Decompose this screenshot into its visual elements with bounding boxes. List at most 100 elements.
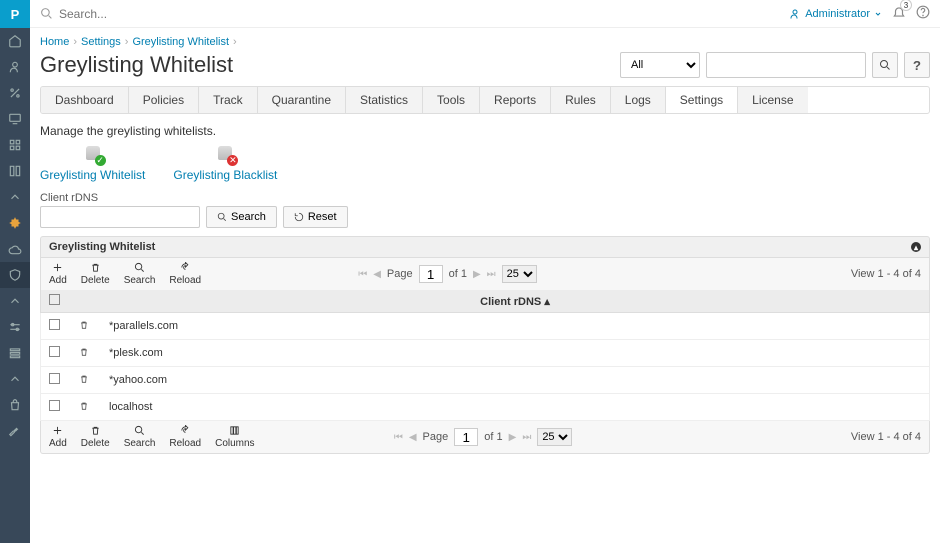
breadcrumb: Home › Settings › Greylisting Whitelist … <box>40 36 930 48</box>
whitelist-link[interactable]: ✓ Greylisting Whitelist <box>40 146 145 182</box>
header-filter-select[interactable]: All <box>620 52 700 78</box>
row-checkbox[interactable] <box>49 319 60 330</box>
breadcrumb-settings[interactable]: Settings <box>81 36 121 48</box>
pager-size-select-bottom[interactable]: 25 <box>537 428 572 446</box>
pager-next-icon[interactable]: ▶ <box>509 432 517 443</box>
notifications-button[interactable]: 3 <box>892 5 906 22</box>
row-delete-button[interactable] <box>79 401 109 414</box>
trash-icon <box>79 401 89 411</box>
row-delete-button[interactable] <box>79 320 109 333</box>
row-delete-button[interactable] <box>79 347 109 360</box>
tab-track[interactable]: Track <box>199 87 258 113</box>
user-icon <box>789 8 801 20</box>
header-help-button[interactable]: ? <box>904 52 930 78</box>
tab-tools[interactable]: Tools <box>423 87 480 113</box>
pager-prev-icon[interactable]: ◀ <box>409 432 417 443</box>
tab-rules[interactable]: Rules <box>551 87 611 113</box>
row-checkbox[interactable] <box>49 400 60 411</box>
row-delete-button[interactable] <box>79 374 109 387</box>
tab-statistics[interactable]: Statistics <box>346 87 423 113</box>
nav-book-icon[interactable] <box>0 158 30 184</box>
toolbar-bottom: Add Delete Search Reload Columns ⏮ ◀ Pag… <box>40 421 930 454</box>
nav-chevron-up-icon-3[interactable] <box>0 366 30 392</box>
pager-prev-icon[interactable]: ◀ <box>373 269 381 280</box>
nav-shield-icon[interactable] <box>0 262 30 288</box>
tab-settings[interactable]: Settings <box>666 87 738 113</box>
columns-button[interactable]: Columns <box>215 425 254 449</box>
table-row[interactable]: *yahoo.com <box>40 367 930 394</box>
panel-header: Greylisting Whitelist ▴ <box>40 236 930 258</box>
app-logo[interactable]: P <box>0 0 30 28</box>
toolbar-search-button-bottom[interactable]: Search <box>124 425 156 449</box>
tab-license[interactable]: License <box>738 87 807 113</box>
delete-button-bottom[interactable]: Delete <box>81 425 110 449</box>
nav-chevron-up-icon[interactable] <box>0 184 30 210</box>
client-rdns-input[interactable] <box>40 206 200 228</box>
table-row[interactable]: *parallels.com <box>40 313 930 340</box>
sidebar: P <box>0 0 30 543</box>
nav-list-icon[interactable] <box>0 340 30 366</box>
tab-reports[interactable]: Reports <box>480 87 551 113</box>
tab-quarantine[interactable]: Quarantine <box>258 87 346 113</box>
pager-last-icon[interactable]: ⏭ <box>487 269 496 280</box>
filter-reset-button[interactable]: Reset <box>283 206 348 228</box>
database-x-icon: ✕ <box>215 146 235 164</box>
tab-logs[interactable]: Logs <box>611 87 666 113</box>
nav-chevron-up-icon-2[interactable] <box>0 288 30 314</box>
filter-label: Client rDNS <box>40 192 930 204</box>
reload-button-bottom[interactable]: Reload <box>169 425 201 449</box>
pager-page-input-bottom[interactable] <box>454 428 478 446</box>
select-all-checkbox[interactable] <box>49 294 60 305</box>
nav-bag-icon[interactable] <box>0 392 30 418</box>
nav-extension-icon[interactable] <box>0 210 30 236</box>
pager-next-icon[interactable]: ▶ <box>473 269 481 280</box>
nav-cloud-icon[interactable] <box>0 236 30 262</box>
pager-first-icon[interactable]: ⏮ <box>358 269 367 280</box>
view-info-bottom: View 1 - 4 of 4 <box>851 431 921 443</box>
help-button[interactable] <box>916 5 930 22</box>
add-button[interactable]: Add <box>49 262 67 286</box>
header-search-button[interactable] <box>872 52 898 78</box>
pager-last-icon[interactable]: ⏭ <box>522 432 531 443</box>
tab-policies[interactable]: Policies <box>129 87 199 113</box>
breadcrumb-home[interactable]: Home <box>40 36 69 48</box>
blacklist-link[interactable]: ✕ Greylisting Blacklist <box>173 146 277 182</box>
database-check-icon: ✓ <box>83 146 103 164</box>
global-search-input[interactable] <box>59 7 259 21</box>
view-info-top: View 1 - 4 of 4 <box>851 268 921 280</box>
page-title: Greylisting Whitelist <box>40 52 233 78</box>
nav-percent-icon[interactable] <box>0 80 30 106</box>
delete-button[interactable]: Delete <box>81 262 110 286</box>
pager-bottom: ⏮ ◀ Page of 1 ▶ ⏭ 25 <box>394 428 572 446</box>
table-row[interactable]: localhost <box>40 394 930 421</box>
nav-apps-icon[interactable] <box>0 132 30 158</box>
breadcrumb-current[interactable]: Greylisting Whitelist <box>132 36 229 48</box>
row-checkbox[interactable] <box>49 373 60 384</box>
tab-dashboard[interactable]: Dashboard <box>41 87 129 113</box>
user-menu[interactable]: Administrator <box>789 8 882 20</box>
columns-icon <box>229 425 240 436</box>
page-description: Manage the greylisting whitelists. <box>40 124 930 138</box>
search-icon <box>217 212 227 222</box>
nav-monitor-icon[interactable] <box>0 106 30 132</box>
trash-icon <box>90 262 101 273</box>
nav-home-icon[interactable] <box>0 28 30 54</box>
header-search-input[interactable] <box>706 52 866 78</box>
pager-top: ⏮ ◀ Page of 1 ▶ ⏭ 25 <box>358 265 536 283</box>
col-rdns-header[interactable]: Client rDNS <box>480 296 541 308</box>
table-row[interactable]: *plesk.com <box>40 340 930 367</box>
pager-page-input[interactable] <box>419 265 443 283</box>
toolbar-search-button[interactable]: Search <box>124 262 156 286</box>
chevron-right-icon: › <box>73 36 77 48</box>
add-button-bottom[interactable]: Add <box>49 425 67 449</box>
row-rdns: *plesk.com <box>109 347 921 359</box>
pager-size-select[interactable]: 25 <box>502 265 537 283</box>
nav-user-icon[interactable] <box>0 54 30 80</box>
collapse-icon[interactable]: ▴ <box>911 242 921 252</box>
filter-search-button[interactable]: Search <box>206 206 277 228</box>
nav-sliders-icon[interactable] <box>0 314 30 340</box>
reload-button[interactable]: Reload <box>169 262 201 286</box>
row-checkbox[interactable] <box>49 346 60 357</box>
pager-first-icon[interactable]: ⏮ <box>394 432 403 443</box>
nav-wrench-icon[interactable] <box>0 418 30 444</box>
